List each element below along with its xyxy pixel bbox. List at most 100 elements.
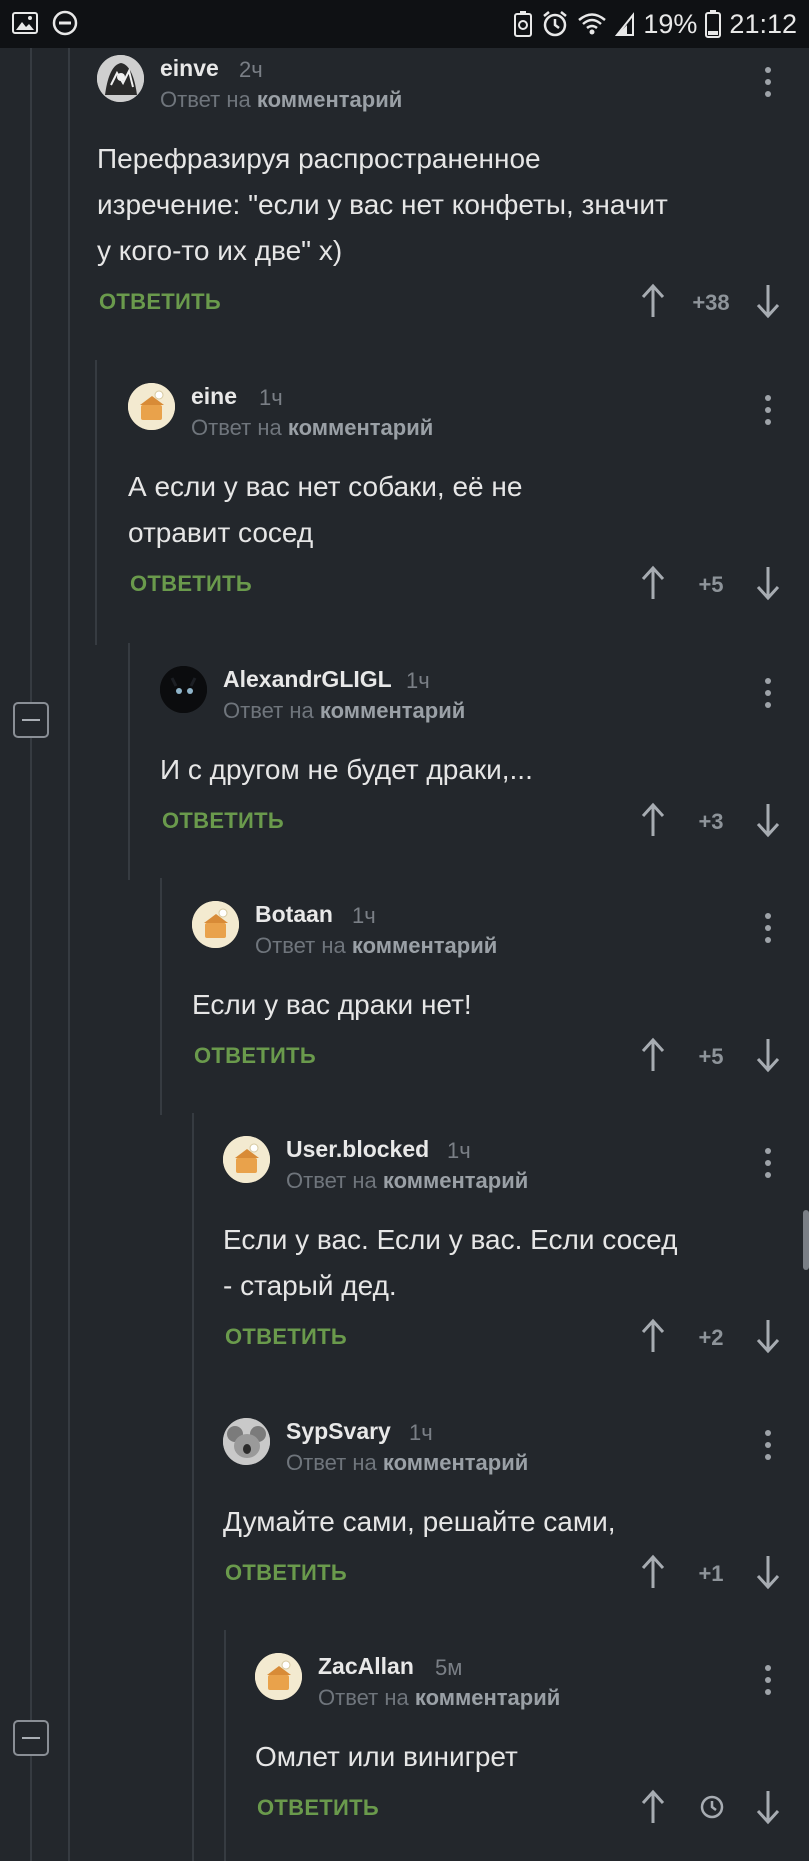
avatar[interactable]	[223, 1418, 270, 1465]
arrow-up-icon[interactable]	[638, 800, 668, 840]
arrow-up-icon[interactable]	[638, 1035, 668, 1075]
alarm-icon	[543, 11, 568, 37]
comment: AlexandrGLIGL 1ч Ответ на комментарий И …	[160, 666, 787, 856]
comment-author[interactable]: User.blocked	[286, 1136, 429, 1163]
status-bar: 19% 21:12	[0, 0, 809, 48]
comment-author[interactable]: ZacAllan	[318, 1653, 414, 1680]
reply-to-target[interactable]: комментарий	[257, 87, 402, 112]
clock-time: 21:12	[729, 9, 797, 39]
comment-actions: ОТВЕТИТЬ +3	[160, 800, 787, 840]
rating-value: +5	[698, 1044, 724, 1069]
reply-to-line[interactable]: Ответ на комментарий	[255, 933, 497, 959]
reply-to-prefix: Ответ на	[160, 87, 251, 112]
thread-line	[68, 48, 70, 1861]
thread-line	[192, 1113, 194, 1861]
reply-button[interactable]: ОТВЕТИТЬ	[225, 1560, 347, 1586]
reply-to-line[interactable]: Ответ на комментарий	[286, 1168, 528, 1194]
reply-to-prefix: Ответ на	[191, 415, 282, 440]
reply-button[interactable]: ОТВЕТИТЬ	[257, 1795, 379, 1821]
arrow-up-icon[interactable]	[638, 281, 668, 321]
comment: Botaan 1ч Ответ на комментарий Если у ва…	[192, 901, 787, 1091]
clock-icon	[700, 1795, 724, 1819]
comment-text-line: Если у вас драки нет!	[192, 989, 472, 1020]
comment-text-line: отравит сосед	[128, 517, 314, 548]
reply-to-prefix: Ответ на	[286, 1450, 377, 1475]
comment-text-line: - старый дед.	[223, 1270, 397, 1301]
comment-actions: ОТВЕТИТЬ +38	[97, 281, 787, 321]
more-options-icon[interactable]	[765, 395, 771, 425]
comment-text-line: Перефразируя распространенное	[97, 143, 541, 174]
reply-button[interactable]: ОТВЕТИТЬ	[225, 1324, 347, 1350]
arrow-down-icon[interactable]	[753, 800, 783, 840]
arrow-down-icon[interactable]	[753, 1552, 783, 1592]
scrollbar-thumb[interactable]	[803, 1210, 809, 1270]
reply-to-target[interactable]: комментарий	[383, 1168, 528, 1193]
comment-time: 1ч	[406, 668, 430, 693]
comment-author[interactable]: einve	[160, 55, 219, 82]
arrow-down-icon[interactable]	[753, 281, 783, 321]
more-options-icon[interactable]	[765, 1430, 771, 1460]
arrow-down-icon[interactable]	[753, 563, 783, 603]
thread-line	[128, 643, 130, 880]
avatar[interactable]	[255, 1653, 302, 1700]
comment: ZacAllan 5м Ответ на комментарий Омлет и…	[255, 1653, 787, 1843]
avatar[interactable]	[128, 383, 175, 430]
reply-to-line[interactable]: Ответ на комментарий	[191, 415, 433, 441]
reply-to-target[interactable]: комментарий	[415, 1685, 560, 1710]
more-options-icon[interactable]	[765, 678, 771, 708]
reply-to-line[interactable]: Ответ на комментарий	[318, 1685, 560, 1711]
reply-button[interactable]: ОТВЕТИТЬ	[162, 808, 284, 834]
arrow-up-icon[interactable]	[638, 1552, 668, 1592]
arrow-down-icon[interactable]	[753, 1787, 783, 1827]
comment-time: 1ч	[447, 1138, 471, 1163]
reply-button[interactable]: ОТВЕТИТЬ	[99, 289, 221, 315]
more-options-icon[interactable]	[765, 913, 771, 943]
rating-value: +38	[692, 290, 730, 315]
reply-to-target[interactable]: комментарий	[352, 933, 497, 958]
comment-time: 1ч	[409, 1420, 433, 1445]
reply-to-target[interactable]: комментарий	[320, 698, 465, 723]
collapse-thread-button[interactable]	[13, 702, 49, 738]
comment-time: 5м	[435, 1655, 463, 1680]
comment-author[interactable]: SypSvary	[286, 1418, 391, 1445]
comment-text-line: у кого-то их две" х)	[97, 235, 343, 266]
comment-text-line: изречение: "если у вас нет конфеты, знач…	[97, 189, 668, 220]
comment-author[interactable]: eine	[191, 383, 237, 410]
avatar[interactable]	[160, 666, 207, 713]
arrow-up-icon[interactable]	[638, 1316, 668, 1356]
battery-saver-icon	[514, 11, 533, 37]
avatar[interactable]	[97, 55, 144, 102]
thread-line	[160, 878, 162, 1115]
more-options-icon[interactable]	[765, 67, 771, 97]
comment-text-line: И с другом не будет драки,...	[160, 754, 533, 785]
arrow-down-icon[interactable]	[753, 1316, 783, 1356]
rating-value: +1	[698, 1561, 724, 1586]
comment-text: А если у вас нет собаки, её не отравит с…	[128, 464, 768, 556]
comment-time: 2ч	[239, 57, 263, 82]
do-not-disturb-icon	[52, 10, 78, 36]
more-options-icon[interactable]	[765, 1148, 771, 1178]
arrow-down-icon[interactable]	[753, 1035, 783, 1075]
reply-to-line[interactable]: Ответ на комментарий	[223, 698, 465, 724]
reply-button[interactable]: ОТВЕТИТЬ	[130, 571, 252, 597]
rating-value: +3	[698, 809, 724, 834]
avatar[interactable]	[192, 901, 239, 948]
reply-to-line[interactable]: Ответ на комментарий	[160, 87, 402, 113]
comment-text: Если у вас драки нет!	[192, 982, 772, 1028]
reply-button[interactable]: ОТВЕТИТЬ	[194, 1043, 316, 1069]
arrow-up-icon[interactable]	[638, 1787, 668, 1827]
reply-to-prefix: Ответ на	[286, 1168, 377, 1193]
reply-to-target[interactable]: комментарий	[383, 1450, 528, 1475]
comment-actions: ОТВЕТИТЬ +1	[223, 1552, 787, 1592]
reply-to-line[interactable]: Ответ на комментарий	[286, 1450, 528, 1476]
comment-author[interactable]: AlexandrGLIGL	[223, 666, 392, 693]
signal-icon	[615, 12, 635, 36]
more-options-icon[interactable]	[765, 1665, 771, 1695]
reply-to-target[interactable]: комментарий	[288, 415, 433, 440]
collapse-thread-button[interactable]	[13, 1720, 49, 1756]
gallery-icon	[12, 12, 38, 34]
avatar[interactable]	[223, 1136, 270, 1183]
comment-author[interactable]: Botaan	[255, 901, 333, 928]
arrow-up-icon[interactable]	[638, 563, 668, 603]
thread-line	[224, 1630, 226, 1861]
